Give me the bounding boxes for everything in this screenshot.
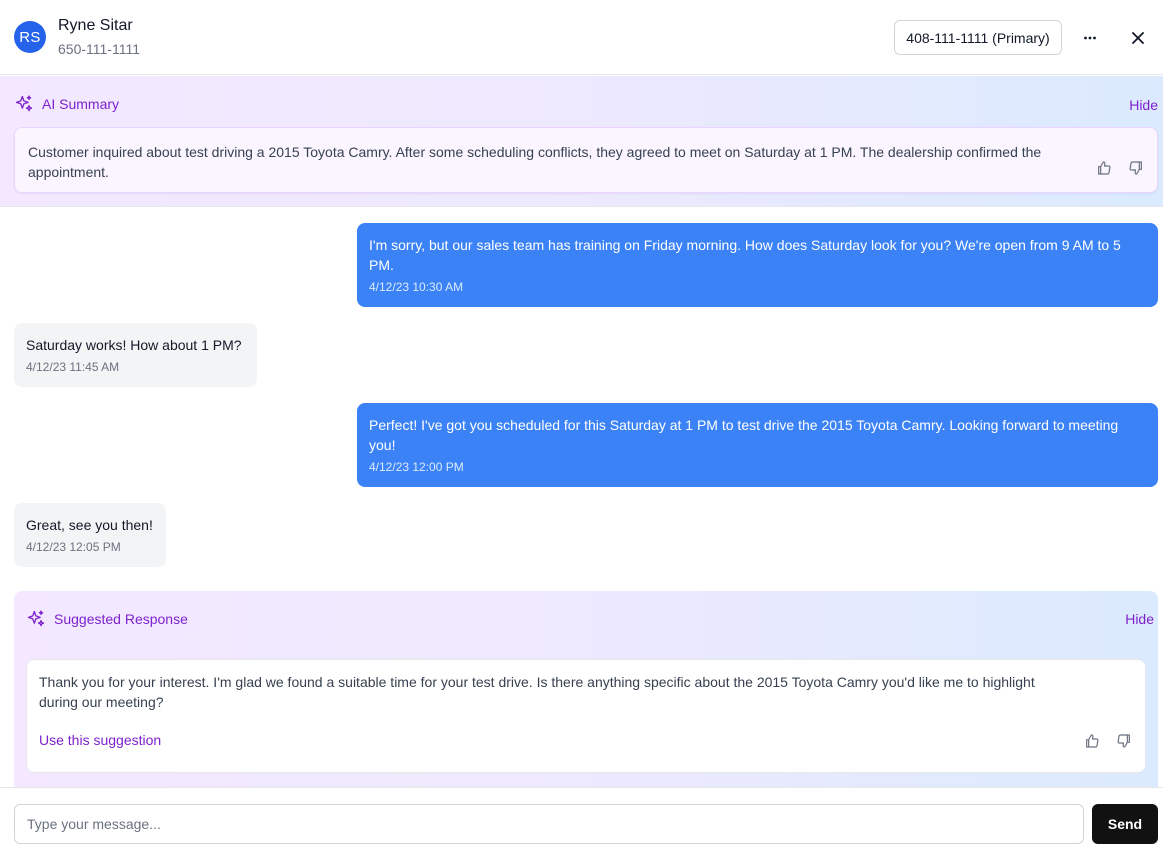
hide-suggestion-button[interactable]: Hide: [1125, 611, 1154, 627]
avatar: RS: [14, 21, 46, 53]
suggestion-thumbs-down-button[interactable]: [1115, 732, 1133, 750]
summary-card: Customer inquired about test driving a 2…: [14, 127, 1158, 193]
thumbs-down-icon: [1129, 161, 1142, 175]
contact-phone: 650-111-1111: [58, 41, 140, 57]
suggested-response-panel: Suggested Response Hide Thank you for yo…: [14, 591, 1158, 787]
ellipsis-horizontal-icon: [1084, 36, 1096, 40]
thumbs-up-icon: [1086, 734, 1099, 748]
use-suggestion-button[interactable]: Use this suggestion: [39, 732, 161, 748]
ai-summary-panel: AI Summary Hide Customer inquired about …: [0, 76, 1163, 207]
contact-name: Ryne Sitar: [58, 17, 133, 34]
summary-thumbs-down-button[interactable]: [1127, 159, 1145, 177]
ai-summary-heading: AI Summary: [14, 94, 119, 114]
message-bubble-outgoing: Perfect! I've got you scheduled for this…: [357, 403, 1158, 487]
summary-thumbs-up-button[interactable]: [1095, 159, 1113, 177]
message-bubble-incoming: Great, see you then! 4/12/23 12:05 PM: [14, 503, 166, 567]
hide-summary-button[interactable]: Hide: [1129, 97, 1158, 113]
ai-summary-title: AI Summary: [42, 96, 120, 112]
message-bubble-incoming: Saturday works! How about 1 PM? 4/12/23 …: [14, 323, 257, 387]
message-timestamp: 4/12/23 11:45 AM: [26, 360, 120, 374]
message-text: I'm sorry, but our sales team has traini…: [369, 237, 1121, 273]
suggestion-text: Thank you for your interest. I'm glad we…: [39, 674, 1035, 710]
suggestion-thumbs-up-button[interactable]: [1083, 732, 1101, 750]
message-timestamp: 4/12/23 10:30 AM: [369, 280, 464, 294]
send-button[interactable]: Send: [1092, 804, 1158, 844]
more-options-button[interactable]: [1076, 24, 1104, 52]
message-text: Saturday works! How about 1 PM?: [26, 337, 242, 353]
conversation-header: RS Ryne Sitar 650-111-1111 408-111-1111 …: [0, 0, 1163, 75]
message-text: Perfect! I've got you scheduled for this…: [369, 417, 1119, 453]
close-icon: [1132, 32, 1144, 44]
suggestion-card: Thank you for your interest. I'm glad we…: [26, 659, 1146, 773]
thumbs-down-icon: [1117, 734, 1130, 748]
suggested-response-heading: Suggested Response: [26, 609, 188, 629]
close-button[interactable]: [1124, 24, 1152, 52]
message-bubble-outgoing: I'm sorry, but our sales team has traini…: [357, 223, 1158, 307]
message-text: Great, see you then!: [26, 517, 153, 533]
sparkles-icon: [15, 95, 33, 112]
message-timestamp: 4/12/23 12:05 PM: [26, 540, 121, 554]
summary-text: Customer inquired about test driving a 2…: [28, 144, 1042, 180]
primary-phone-select[interactable]: 408-111-1111 (Primary): [894, 20, 1062, 55]
sparkles-icon: [27, 610, 45, 627]
suggested-response-title: Suggested Response: [54, 611, 188, 627]
thumbs-up-icon: [1098, 161, 1111, 175]
message-input[interactable]: [14, 804, 1084, 844]
summary-feedback: [1095, 159, 1145, 177]
message-composer: Send: [0, 787, 1163, 851]
suggestion-feedback: [1083, 732, 1133, 750]
message-timestamp: 4/12/23 12:00 PM: [369, 460, 464, 474]
